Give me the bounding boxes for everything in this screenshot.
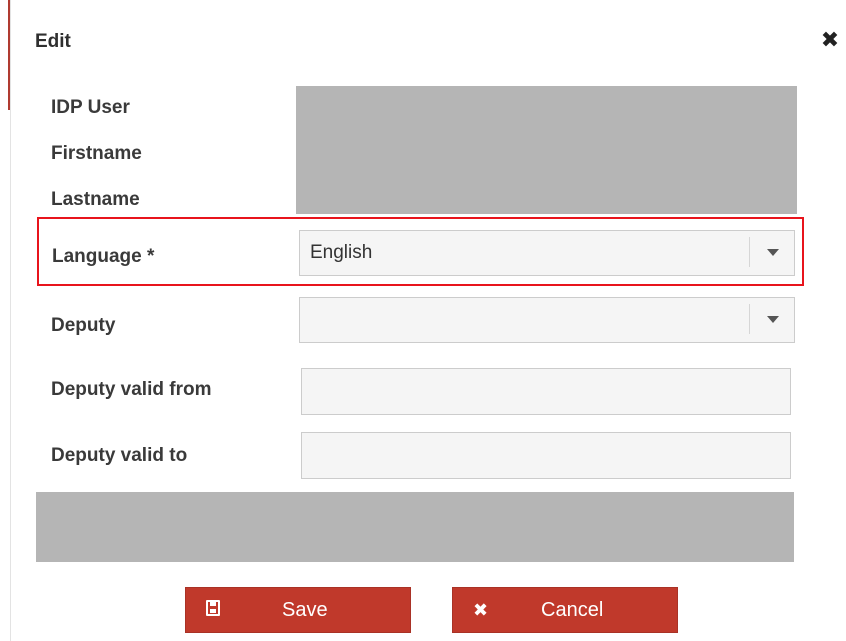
- background-accent: [8, 0, 10, 110]
- edit-dialog: Edit ✖ IDP User Firstname Lastname Langu…: [11, 0, 846, 641]
- deputy-select[interactable]: [299, 297, 795, 343]
- deputy-valid-from-input[interactable]: [301, 368, 791, 415]
- redacted-user-info: [296, 86, 797, 214]
- save-button-label: Save: [282, 599, 328, 621]
- save-button[interactable]: Save: [185, 587, 411, 633]
- firstname-label: Firstname: [51, 143, 142, 164]
- dialog-title: Edit: [35, 31, 71, 52]
- language-selected-value: English: [310, 242, 373, 263]
- deputy-valid-to-label: Deputy valid to: [51, 445, 188, 466]
- close-icon: ✖: [473, 600, 489, 620]
- select-divider: [749, 304, 750, 334]
- idp-user-label: IDP User: [51, 97, 130, 118]
- floppy-disk-icon: [206, 600, 220, 616]
- lastname-label: Lastname: [51, 189, 140, 210]
- select-divider: [749, 237, 750, 267]
- chevron-down-icon: [767, 249, 779, 256]
- deputy-label: Deputy: [51, 315, 116, 336]
- background-panel-edge: [0, 0, 11, 641]
- redacted-area: [36, 492, 794, 562]
- chevron-down-icon: [767, 316, 779, 323]
- cancel-button-label: Cancel: [541, 599, 604, 621]
- deputy-valid-from-label: Deputy valid from: [51, 379, 212, 400]
- language-select[interactable]: English: [299, 230, 795, 276]
- language-label: Language *: [52, 246, 155, 267]
- cancel-button[interactable]: ✖ Cancel: [452, 587, 678, 633]
- deputy-valid-to-input[interactable]: [301, 432, 791, 479]
- close-icon[interactable]: ✖: [819, 28, 841, 52]
